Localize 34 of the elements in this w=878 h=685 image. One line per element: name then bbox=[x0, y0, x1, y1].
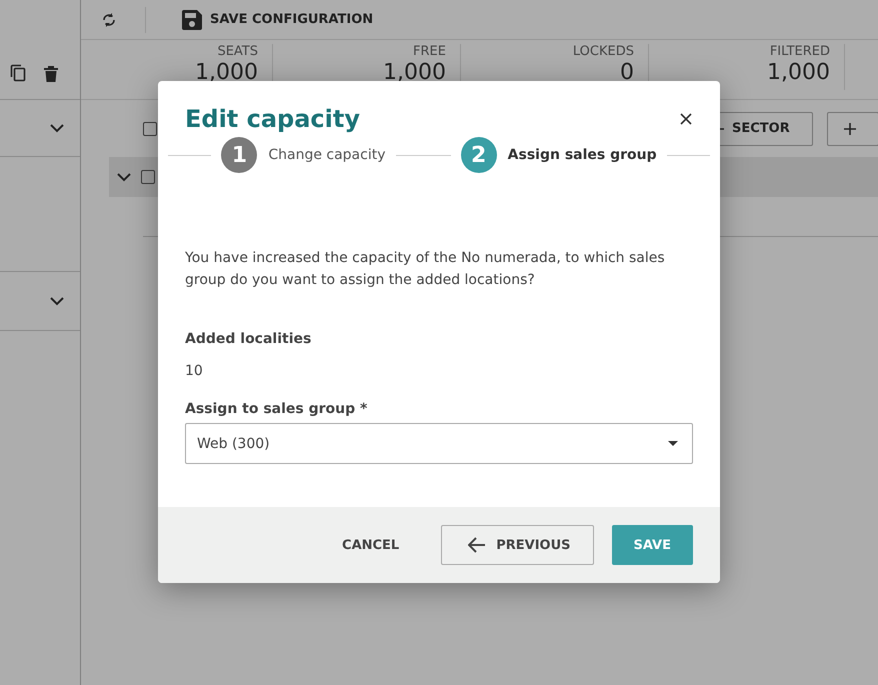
stat-value: 1,000 bbox=[195, 59, 258, 87]
step-label: Change capacity bbox=[268, 147, 386, 163]
sales-group-label: Assign to sales group * bbox=[185, 401, 368, 417]
chevron-down-icon[interactable] bbox=[117, 172, 131, 182]
sales-group-select[interactable]: Web (300) bbox=[185, 423, 693, 464]
chevron-down-icon[interactable] bbox=[50, 124, 64, 132]
step-number: 1 bbox=[221, 137, 258, 173]
trash-icon[interactable] bbox=[44, 66, 58, 82]
dialog-title: Edit capacity bbox=[185, 105, 360, 133]
stat-label: LOCKEDS bbox=[572, 44, 634, 59]
stat-label: SEATS bbox=[217, 44, 258, 59]
stat-label: FREE bbox=[413, 44, 446, 59]
stat-label: FILTERED bbox=[770, 44, 830, 59]
cancel-button[interactable]: CANCEL bbox=[320, 525, 422, 565]
stat-value: 1,000 bbox=[383, 59, 446, 87]
step-number: 2 bbox=[460, 137, 497, 173]
copy-icon[interactable] bbox=[10, 64, 26, 82]
add-button[interactable] bbox=[826, 112, 878, 146]
checkbox[interactable] bbox=[143, 122, 157, 136]
chevron-down-icon[interactable] bbox=[50, 296, 64, 306]
save-configuration-button[interactable]: SAVE CONFIGURATION bbox=[182, 10, 374, 30]
dropdown-caret-icon bbox=[668, 441, 678, 446]
stat-value: 0 bbox=[620, 59, 634, 87]
stat-value: 1,000 bbox=[767, 59, 830, 87]
arrow-left-icon bbox=[468, 537, 486, 553]
close-button[interactable] bbox=[678, 111, 694, 127]
step-label: Assign sales group bbox=[508, 147, 657, 163]
dialog-message: You have increased the capacity of the No numerada, to which sales group do you want to assign the added locations? bbox=[185, 249, 666, 290]
checkbox[interactable] bbox=[141, 170, 155, 184]
added-localities-value: 10 bbox=[185, 363, 204, 379]
refresh-icon[interactable] bbox=[101, 12, 117, 28]
previous-button[interactable]: PREVIOUS bbox=[441, 525, 594, 565]
plus-icon bbox=[844, 122, 856, 134]
added-localities-label: Added localities bbox=[185, 331, 312, 347]
